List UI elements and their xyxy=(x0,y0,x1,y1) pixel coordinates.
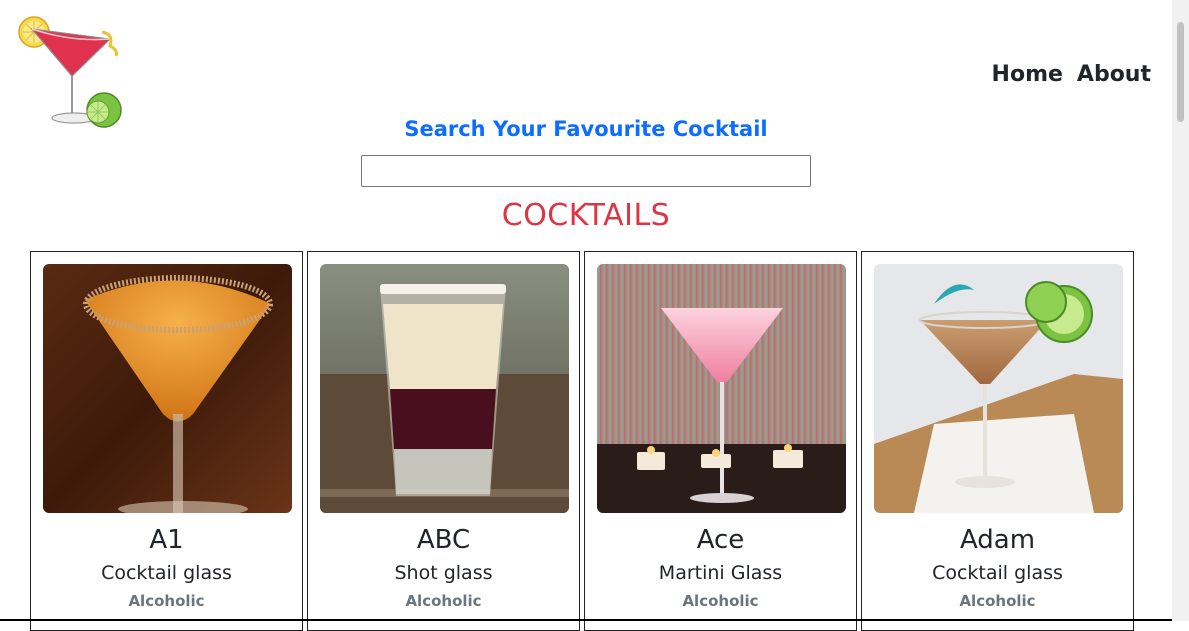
search-heading: Search Your Favourite Cocktail xyxy=(404,117,768,141)
cocktail-grid: A1 Cocktail glass Alcoholic ABC Shot gla… xyxy=(30,251,1134,631)
cocktail-glass: Cocktail glass xyxy=(101,562,232,584)
section-title: COCKTAILS xyxy=(501,198,671,233)
orange-martini-photo[interactable] xyxy=(43,264,292,513)
cocktail-type: Alcoholic xyxy=(959,592,1036,610)
pink-martini-photo[interactable] xyxy=(597,264,846,513)
cocktail-card[interactable]: ABC Shot glass Alcoholic xyxy=(307,251,580,631)
nav-about-link[interactable]: About xyxy=(1077,62,1151,87)
cocktail-logo-icon[interactable] xyxy=(18,12,130,130)
cocktail-name: Ace xyxy=(696,525,745,555)
cocktail-type: Alcoholic xyxy=(682,592,759,610)
amber-martini-lime-photo[interactable] xyxy=(874,264,1123,513)
cocktail-card[interactable]: Ace Martini Glass Alcoholic xyxy=(584,251,857,631)
cocktail-glass: Cocktail glass xyxy=(932,562,1063,584)
main-nav: Home About xyxy=(992,62,1151,87)
cocktail-card[interactable]: A1 Cocktail glass Alcoholic xyxy=(30,251,303,631)
cocktail-glass: Martini Glass xyxy=(658,562,783,584)
cocktail-name: ABC xyxy=(416,525,471,555)
page-scrollbar[interactable] xyxy=(1172,0,1189,621)
search-input[interactable] xyxy=(361,155,811,187)
cocktail-name: A1 xyxy=(149,525,184,555)
cocktail-type: Alcoholic xyxy=(405,592,482,610)
layered-shot-photo[interactable] xyxy=(320,264,569,513)
nav-home-link[interactable]: Home xyxy=(992,62,1063,87)
cocktail-name: Adam xyxy=(959,525,1036,555)
cocktail-type: Alcoholic xyxy=(128,592,205,610)
cocktail-card[interactable]: Adam Cocktail glass Alcoholic xyxy=(861,251,1134,631)
scrollbar-thumb[interactable] xyxy=(1177,22,1184,122)
cocktail-glass: Shot glass xyxy=(394,562,493,584)
